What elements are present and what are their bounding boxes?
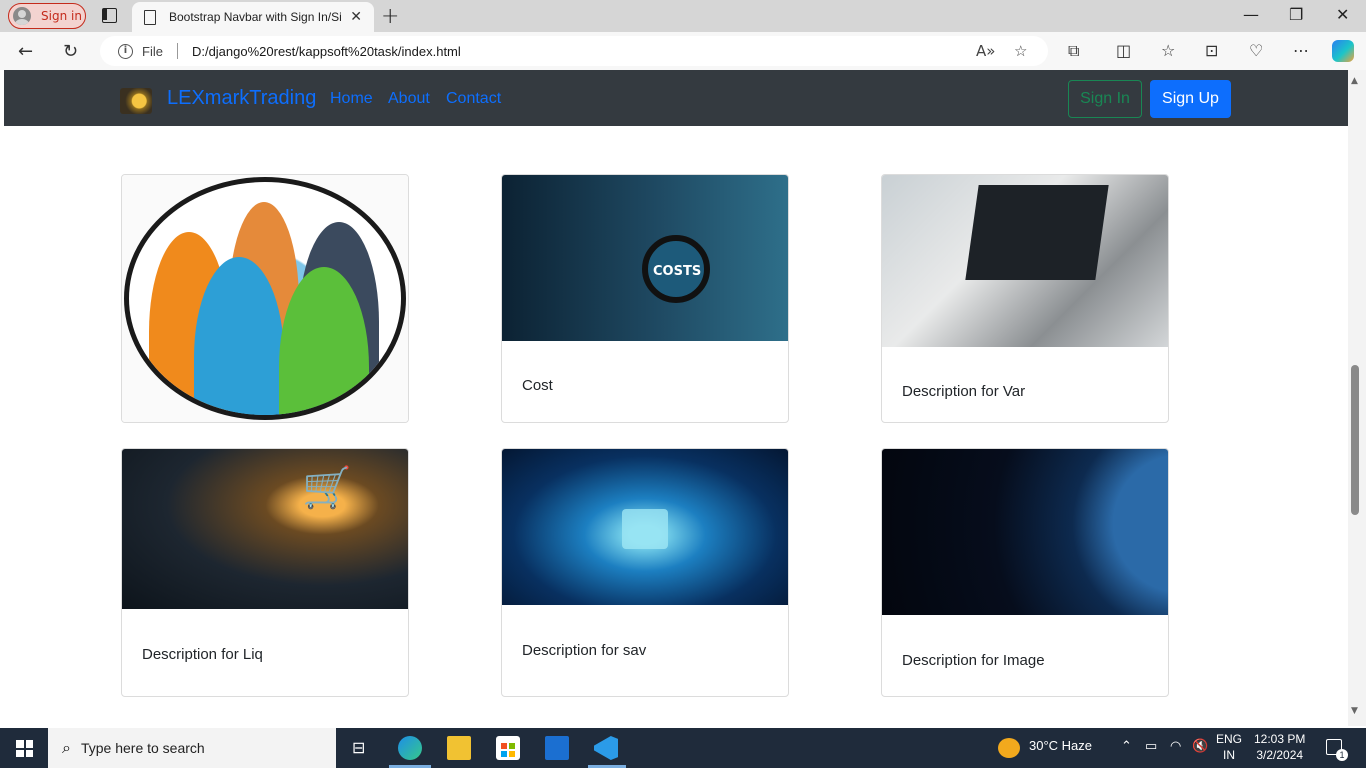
chevron-up-icon[interactable]: ⌃ [1121, 738, 1132, 754]
card-text: Description for Image [902, 652, 1045, 669]
card-var[interactable]: Description for Var [881, 174, 1169, 423]
sign-in-button[interactable]: Sign In [1068, 80, 1142, 118]
more-menu-icon[interactable]: ⋯ [1293, 41, 1309, 60]
wifi-icon[interactable]: ◠ [1170, 738, 1181, 754]
sign-up-button[interactable]: Sign Up [1150, 80, 1231, 118]
windows-start-icon[interactable] [16, 740, 33, 757]
notification-count: 1 [1336, 749, 1348, 761]
browser-tab[interactable]: Bootstrap Navbar with Sign In/Si ✕ [132, 2, 374, 32]
copilot-icon[interactable] [1332, 40, 1354, 62]
nav-link-about[interactable]: About [388, 90, 430, 108]
card-people[interactable] [121, 174, 409, 423]
clock[interactable]: 12:03 PM 3/2/2024 [1254, 731, 1305, 763]
costs-overlay-text: COSTS [653, 264, 702, 279]
address-separator [176, 43, 178, 59]
restore-icon[interactable]: ❐ [1289, 5, 1303, 24]
windows-taskbar: ⌕ Type here to search ⊟ 30°C Haze ⌃ ▭ ◠ … [0, 728, 1366, 768]
refresh-icon[interactable]: ↻ [63, 41, 78, 62]
profile-avatar-icon [13, 7, 31, 25]
task-view-icon[interactable]: ⊟ [352, 738, 365, 758]
digital-shopping-cart-image: 🛒 [122, 449, 408, 609]
card-text: Description for Liq [142, 646, 263, 663]
page-scrollbar[interactable]: ▲ ▼ [1348, 70, 1366, 726]
card-text: Description for Var [902, 383, 1026, 400]
weather-text[interactable]: 30°C Haze [1029, 738, 1092, 753]
costs-magnifier-image: COSTS [502, 175, 788, 341]
earth-from-space-image [882, 449, 1168, 615]
browser-essentials-icon[interactable]: ♡ [1249, 41, 1263, 60]
read-aloud-icon[interactable]: A» [976, 42, 995, 60]
search-icon: ⌕ [62, 738, 71, 757]
nav-link-home[interactable]: Home [330, 90, 373, 108]
lang-line1: ENG [1216, 732, 1243, 746]
tab-actions-icon[interactable] [102, 8, 117, 23]
mail-icon[interactable] [545, 736, 569, 760]
language-indicator[interactable]: ENG IN [1216, 731, 1242, 763]
store-icon[interactable] [496, 736, 520, 760]
battery-icon[interactable]: ▭ [1145, 738, 1157, 754]
card-text: Cost [522, 377, 553, 394]
back-arrow-icon[interactable]: ← [18, 41, 33, 62]
edge-icon[interactable] [398, 736, 422, 760]
clock-time: 12:03 PM [1254, 732, 1306, 746]
favorites-icon[interactable]: ☆ [1161, 41, 1175, 60]
tab-close-icon[interactable]: ✕ [350, 9, 362, 25]
laptop-screen [965, 185, 1109, 280]
new-tab-icon[interactable]: + [381, 4, 399, 29]
card-cost[interactable]: COSTS Cost [501, 174, 789, 423]
brand-name[interactable]: LEXmarkTrading [167, 87, 316, 110]
profile-sign-in-button[interactable]: Sign in [8, 3, 86, 29]
browser-tab-bar: Sign in Bootstrap Navbar with Sign In/Si… [0, 0, 1366, 32]
scroll-down-icon[interactable]: ▼ [1351, 706, 1358, 716]
search-placeholder: Type here to search [80, 740, 205, 756]
favorite-star-icon[interactable]: ☆ [1014, 42, 1027, 60]
scroll-up-icon[interactable]: ▲ [1351, 76, 1358, 86]
padlock-icon [622, 509, 668, 549]
collections-icon[interactable]: ⊡ [1205, 41, 1218, 60]
clock-date: 3/2/2024 [1256, 748, 1304, 762]
notification-icon[interactable]: 1 [1326, 739, 1348, 761]
speaker-muted-icon[interactable]: 🔇 [1192, 738, 1208, 754]
scrollbar-thumb[interactable] [1351, 365, 1359, 515]
window-close-icon[interactable]: ✕ [1336, 5, 1349, 24]
tab-title: Bootstrap Navbar with Sign In/Si [169, 10, 341, 24]
vscode-icon[interactable] [594, 736, 618, 760]
nav-link-contact[interactable]: Contact [446, 90, 501, 108]
laptop-analytics-image [882, 175, 1168, 347]
lang-line2: IN [1223, 748, 1235, 762]
info-icon[interactable]: i [118, 43, 133, 59]
digital-padlock-image [502, 449, 788, 605]
people-group-icon [122, 175, 408, 422]
page-viewport: LEXmarkTrading Home About Contact Sign I… [4, 70, 1348, 726]
card-sav[interactable]: Description for sav [501, 448, 789, 697]
taskbar-search[interactable]: ⌕ Type here to search [48, 728, 336, 768]
scheme-label: File [142, 43, 163, 59]
brand-logo-icon[interactable] [120, 88, 152, 114]
shopping-cart-icon: 🛒 [302, 465, 352, 511]
address-toolbar: ← ↻ i File D:/django%20rest/kappsoft%20t… [0, 32, 1366, 70]
card-liq[interactable]: 🛒 Description for Liq [121, 448, 409, 697]
extensions-icon[interactable]: ⧉ [1068, 41, 1079, 61]
file-explorer-icon[interactable] [447, 736, 471, 760]
split-screen-icon[interactable]: ◫ [1116, 41, 1131, 60]
people-circle [124, 177, 406, 420]
address-bar[interactable]: i File D:/django%20rest/kappsoft%20task/… [100, 36, 1048, 66]
url-text[interactable]: D:/django%20rest/kappsoft%20task/index.h… [192, 44, 461, 59]
card-text: Description for sav [522, 642, 647, 659]
page-icon [144, 9, 156, 25]
profile-sign-in-label: Sign in [41, 9, 82, 23]
card-image[interactable]: Description for Image [881, 448, 1169, 697]
site-navbar: LEXmarkTrading Home About Contact Sign I… [4, 70, 1348, 126]
weather-icon[interactable] [998, 738, 1020, 758]
minimize-icon[interactable]: — [1243, 5, 1259, 24]
